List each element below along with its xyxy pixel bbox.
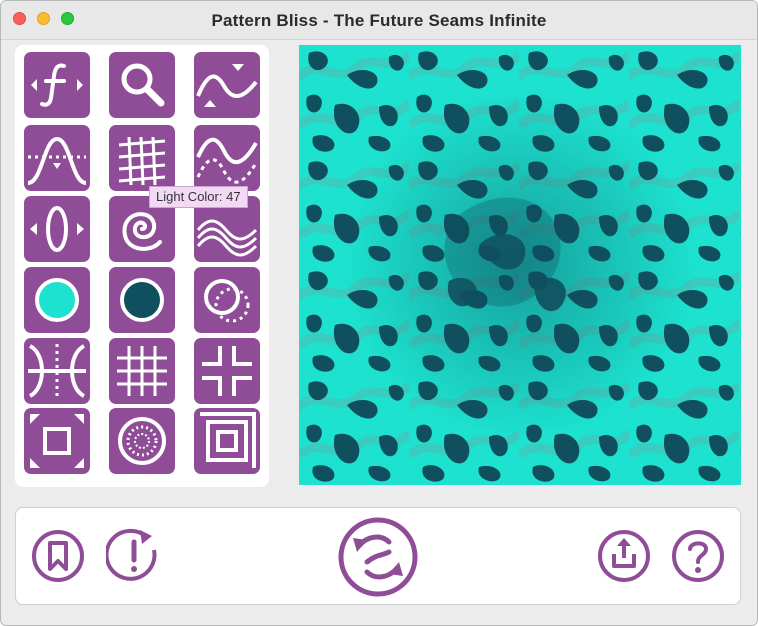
cross-corners-icon bbox=[202, 346, 252, 396]
dark-color-icon bbox=[120, 278, 164, 322]
share-button[interactable] bbox=[596, 528, 652, 584]
help-button[interactable] bbox=[670, 528, 726, 584]
lens-tool-button[interactable] bbox=[24, 196, 90, 262]
shuffle-button[interactable] bbox=[337, 516, 419, 598]
magnifier-icon bbox=[121, 63, 165, 107]
bell-curve-icon bbox=[27, 136, 87, 185]
grid-icon bbox=[117, 346, 167, 396]
pattern-image bbox=[299, 45, 741, 485]
mirror-axis-icon bbox=[28, 344, 86, 398]
light-color-icon bbox=[35, 278, 79, 322]
revert-icon bbox=[106, 528, 157, 581]
radial-dots-icon bbox=[118, 417, 166, 465]
grid-distort-icon bbox=[118, 136, 166, 186]
expand-tool-button[interactable] bbox=[24, 408, 90, 474]
wave-shift-tool-button[interactable] bbox=[194, 52, 260, 118]
help-icon bbox=[672, 530, 724, 582]
grid-tool-button[interactable] bbox=[109, 338, 175, 404]
pattern-canvas[interactable] bbox=[299, 45, 741, 485]
title-bar: Pattern Bliss - The Future Seams Infinit… bbox=[1, 1, 757, 40]
app-window: Pattern Bliss - The Future Seams Infinit… bbox=[0, 0, 758, 626]
shuffle-icon bbox=[338, 517, 418, 597]
wave-dashed-icon bbox=[196, 137, 258, 184]
wave-dash-tool-button[interactable] bbox=[194, 125, 260, 191]
bookmark-button[interactable] bbox=[30, 528, 86, 584]
share-icon bbox=[598, 530, 650, 582]
mirror-tool-button[interactable] bbox=[24, 338, 90, 404]
dark-color-tool-button[interactable] bbox=[109, 267, 175, 333]
corners-tool-button[interactable] bbox=[194, 338, 260, 404]
wave-arrows-icon bbox=[196, 64, 258, 107]
expand-frame-icon bbox=[30, 414, 84, 468]
function-tool-button[interactable] bbox=[24, 52, 90, 118]
lens-arrows-icon bbox=[30, 206, 84, 252]
concentric-squares-icon bbox=[200, 412, 256, 468]
concentric-tool-button[interactable] bbox=[194, 408, 260, 474]
bookmark-icon bbox=[32, 530, 84, 582]
revert-button[interactable] bbox=[106, 528, 162, 584]
grid-distort-tool-button[interactable] bbox=[109, 125, 175, 191]
bottom-toolbar bbox=[15, 507, 741, 605]
radial-tool-button[interactable] bbox=[109, 408, 175, 474]
tooltip: Light Color: 47 bbox=[149, 186, 248, 208]
tool-palette bbox=[15, 45, 269, 487]
window-title: Pattern Bliss - The Future Seams Infinit… bbox=[211, 11, 547, 30]
function-icon bbox=[31, 63, 83, 107]
light-color-tool-button[interactable] bbox=[24, 267, 90, 333]
overlap-tool-button[interactable] bbox=[194, 267, 260, 333]
zoom-tool-button[interactable] bbox=[109, 52, 175, 118]
circles-overlap-icon bbox=[204, 279, 250, 323]
bell-curve-tool-button[interactable] bbox=[24, 125, 90, 191]
